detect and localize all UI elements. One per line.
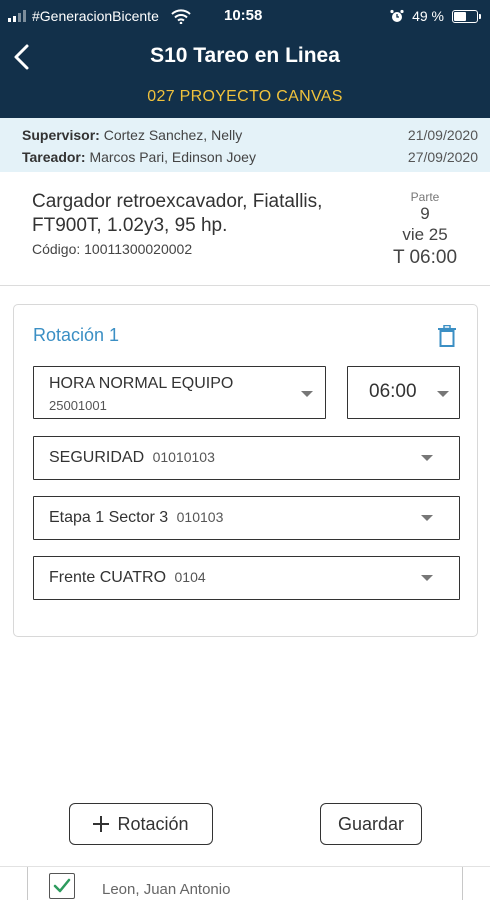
rotation-title: Rotación 1 xyxy=(33,325,120,345)
plus-icon xyxy=(93,816,110,832)
list-item: Leon, Juan Antonio xyxy=(0,866,490,900)
battery-percent: 49 % xyxy=(412,8,444,24)
time-select[interactable]: 06:00 xyxy=(347,366,460,419)
chevron-down-icon xyxy=(421,455,433,461)
chevron-down-icon xyxy=(421,515,433,521)
chevron-left-icon[interactable] xyxy=(10,42,34,72)
category-code: 01010103 xyxy=(152,449,215,465)
parte-number: 9 xyxy=(420,204,430,223)
stage-select[interactable]: Etapa 1 Sector 3 010103 xyxy=(33,496,460,540)
equipment-code: Código: 10011300020002 xyxy=(32,241,193,257)
stage-field: Etapa 1 Sector 3 010103 xyxy=(49,509,223,527)
battery-fill xyxy=(454,11,466,21)
time-value: 06:00 xyxy=(369,381,417,402)
equipment-name: Cargador retroexcavador, Fiatallis, FT90… xyxy=(32,191,323,236)
wifi-icon xyxy=(171,9,191,24)
divider xyxy=(27,867,28,900)
page-title: S10 Tareo en Linea xyxy=(150,44,340,67)
tareador-label: Tareador: xyxy=(22,149,86,165)
add-rotation-label: Rotación xyxy=(117,813,189,834)
tareador-date: 27/09/2020 xyxy=(407,149,478,165)
front-label: Frente CUATRO xyxy=(49,569,167,586)
signal-icon xyxy=(8,10,26,22)
chevron-down-icon xyxy=(437,391,449,397)
front-field: Frente CUATRO 0104 xyxy=(49,569,206,587)
parte-info: Parte 9 vie 25 T 06:00 xyxy=(380,190,470,270)
tareador-row: Tareador: Marcos Pari, Edinson Joey 27/0… xyxy=(22,149,478,165)
rotation-card: Rotación 1 HORA NORMAL EQUIPO 25001001 0… xyxy=(13,304,478,637)
parte-label: Parte xyxy=(410,190,440,204)
category-label: SEGURIDAD xyxy=(49,449,145,466)
check-icon xyxy=(53,878,71,893)
carrier-name: #GeneracionBicente xyxy=(32,8,159,24)
supervisor-date: 21/09/2020 xyxy=(407,127,478,143)
tareador-name: Marcos Pari, Edinson Joey xyxy=(89,149,256,165)
status-bar: #GeneracionBicente 10:58 49 % xyxy=(0,0,490,34)
parte-turn: T 06:00 xyxy=(392,247,458,268)
add-rotation-button[interactable]: Rotación xyxy=(69,803,213,845)
clock: 10:58 xyxy=(224,7,263,24)
stage-code: 010103 xyxy=(176,509,224,525)
supervisor-row: Supervisor: Cortez Sanchez, Nelly 21/09/… xyxy=(22,127,478,143)
checkbox[interactable] xyxy=(49,873,75,899)
equipment-panel: Cargador retroexcavador, Fiatallis, FT90… xyxy=(0,172,490,286)
parte-day: vie 25 xyxy=(402,225,448,244)
supervisor-info: Supervisor: Cortez Sanchez, Nelly 21/09/… xyxy=(0,118,490,172)
stage-label: Etapa 1 Sector 3 xyxy=(49,509,169,526)
front-select[interactable]: Frente CUATRO 0104 xyxy=(33,556,460,600)
category-field: SEGURIDAD 01010103 xyxy=(49,449,215,467)
project-name: 027 PROYECTO CANVAS xyxy=(147,88,343,105)
save-label: Guardar xyxy=(337,813,405,834)
worker-name: Leon, Juan Antonio xyxy=(102,881,231,898)
alarm-icon xyxy=(390,9,404,22)
battery-icon xyxy=(452,9,481,23)
status-right: 49 % xyxy=(390,8,481,24)
app-header: S10 Tareo en Linea 027 PROYECTO CANVAS xyxy=(0,34,490,118)
hour-type-select[interactable]: HORA NORMAL EQUIPO 25001001 xyxy=(33,366,326,419)
chevron-down-icon xyxy=(301,391,313,397)
status-left: #GeneracionBicente xyxy=(8,8,191,24)
hour-type-code: 25001001 xyxy=(49,398,107,413)
supervisor-name: Cortez Sanchez, Nelly xyxy=(103,127,243,143)
divider xyxy=(462,867,463,900)
chevron-down-icon xyxy=(421,575,433,581)
supervisor-label: Supervisor: xyxy=(22,127,100,143)
front-code: 0104 xyxy=(174,569,206,585)
trash-icon[interactable] xyxy=(437,325,457,347)
hour-type-label: HORA NORMAL EQUIPO xyxy=(49,375,234,392)
save-button[interactable]: Guardar xyxy=(320,803,422,845)
category-select[interactable]: SEGURIDAD 01010103 xyxy=(33,436,460,480)
